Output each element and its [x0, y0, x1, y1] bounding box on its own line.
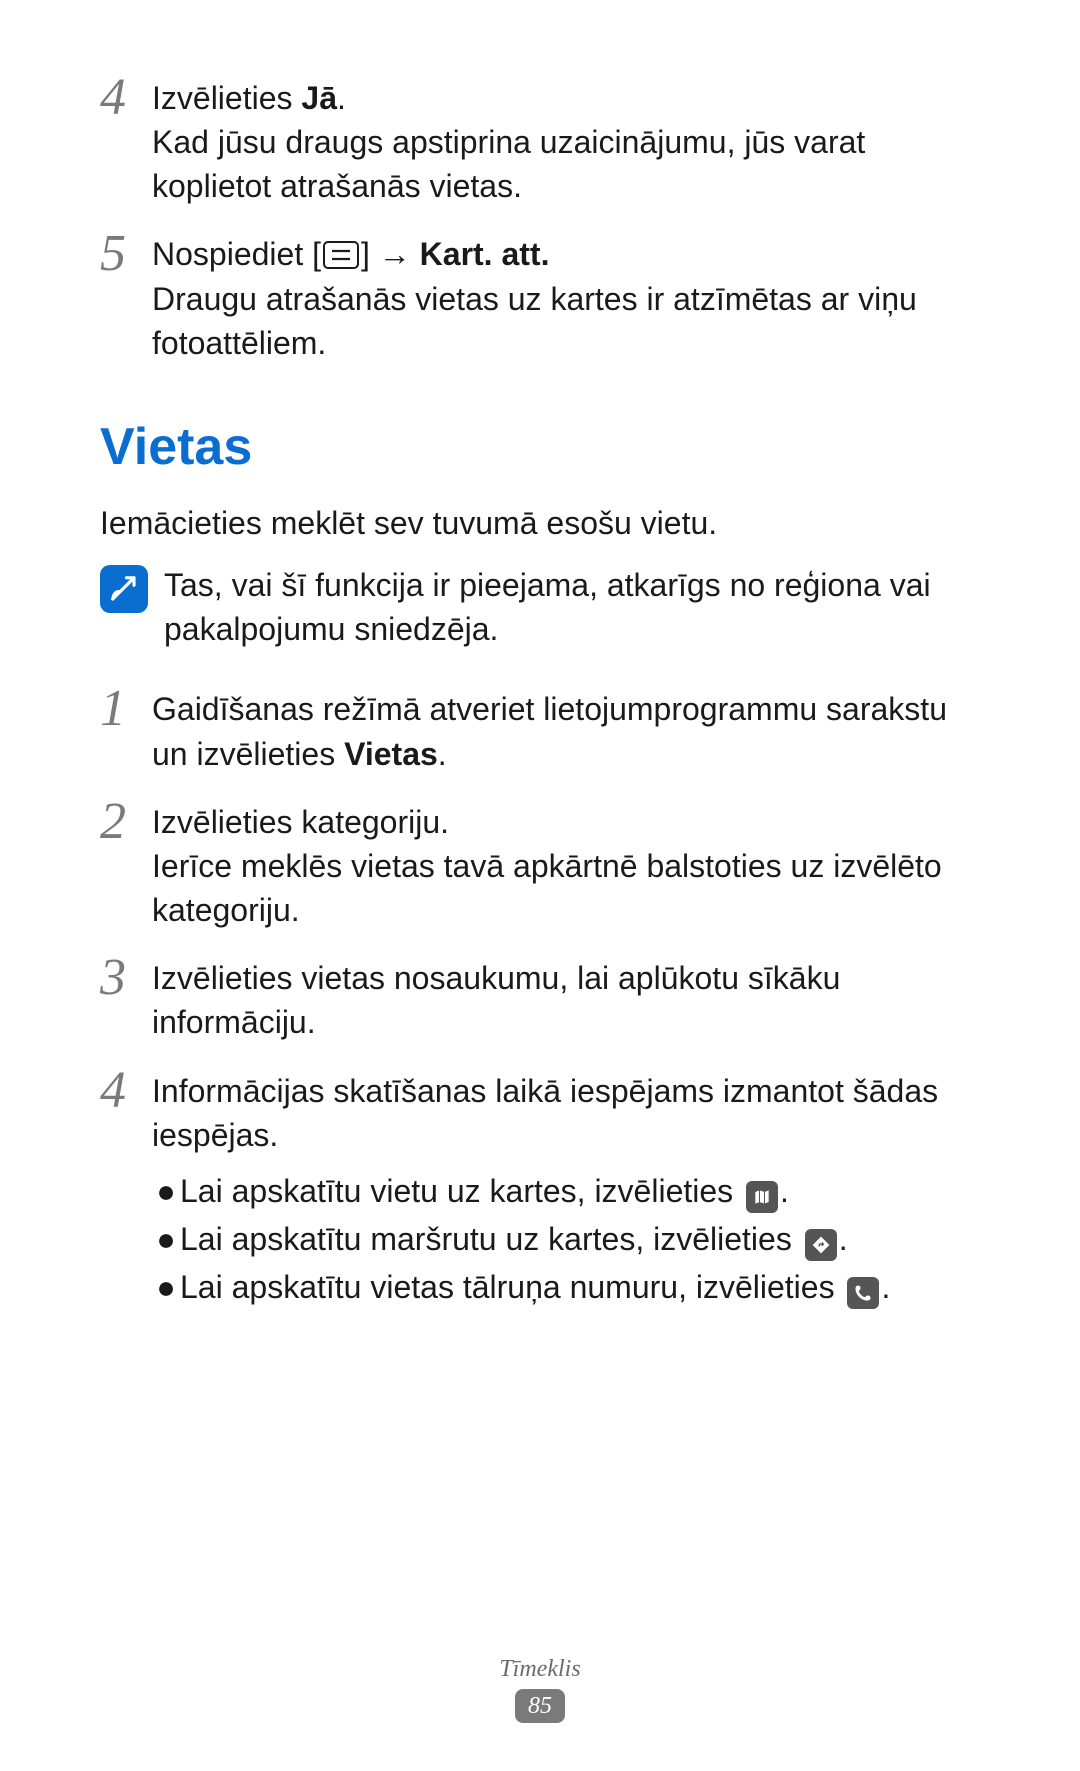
step-1: 1 Gaidīšanas režīmā atveriet lietojumpro…	[100, 681, 980, 775]
map-icon	[746, 1181, 778, 1213]
step-body: Izvēlieties Jā. Kad jūsu draugs apstipri…	[152, 70, 980, 208]
bullet-text: Lai apskatītu vietu uz kartes, izvēlieti…	[180, 1173, 742, 1209]
bullet-dot: ●	[152, 1263, 180, 1311]
step-text: Draugu atrašanās vietas uz kartes ir atz…	[152, 277, 980, 365]
bullet-period: .	[881, 1269, 890, 1305]
bullet-period: .	[839, 1221, 848, 1257]
bullet-period: .	[780, 1173, 789, 1209]
step-2: 2 Izvēlieties kategoriju. Ierīce meklēs …	[100, 794, 980, 932]
step-text: Izvēlieties kategoriju.	[152, 800, 980, 844]
step-text: Izvēlieties	[152, 80, 301, 116]
step-text: Informācijas skatīšanas laikā iespējams …	[152, 1069, 980, 1157]
step-body: Izvēlieties kategoriju. Ierīce meklēs vi…	[152, 794, 980, 932]
step-number: 4	[100, 70, 152, 124]
bullet-text: Lai apskatītu vietas tālruņa numuru, izv…	[180, 1269, 843, 1305]
menu-key-icon	[323, 241, 359, 269]
step-text-bold: Jā	[301, 80, 337, 116]
note-text: Tas, vai šī funkcija ir pieejama, atkarī…	[164, 563, 980, 651]
step-number: 2	[100, 794, 152, 848]
page-footer: Tīmeklis 85	[0, 1656, 1080, 1723]
step-text: Kad jūsu draugs apstiprina uzaicinājumu,…	[152, 120, 980, 208]
manual-page: 4 Izvēlieties Jā. Kad jūsu draugs apstip…	[0, 0, 1080, 1771]
step-text-bold: Vietas	[344, 736, 438, 772]
step-body: Nospiediet [ ] → Kart. att. Draugu atraš…	[152, 226, 980, 364]
bullet-text: Lai apskatītu maršrutu uz kartes, izvēli…	[180, 1221, 801, 1257]
step-body: Izvēlieties vietas nosaukumu, lai aplūko…	[152, 950, 980, 1044]
step-number: 5	[100, 226, 152, 280]
phone-icon	[847, 1277, 879, 1309]
page-number: 85	[515, 1689, 565, 1723]
bullet-item: ● Lai apskatītu vietu uz kartes, izvēlie…	[152, 1167, 980, 1215]
step-number: 3	[100, 950, 152, 1004]
step-4: 4 Informācijas skatīšanas laikā iespējam…	[100, 1063, 980, 1311]
step-text: .	[438, 736, 447, 772]
section-intro: Iemācieties meklēt sev tuvumā esošu viet…	[100, 501, 980, 545]
step-4-top: 4 Izvēlieties Jā. Kad jūsu draugs apstip…	[100, 70, 980, 208]
step-text: Gaidīšanas režīmā atveriet lietojumprogr…	[152, 691, 947, 771]
step-text: .	[337, 80, 346, 116]
bullet-item: ● Lai apskatītu maršrutu uz kartes, izvē…	[152, 1215, 980, 1263]
footer-section-label: Tīmeklis	[0, 1656, 1080, 1683]
step-number: 4	[100, 1063, 152, 1117]
route-icon	[805, 1229, 837, 1261]
note-block: Tas, vai šī funkcija ir pieejama, atkarī…	[100, 563, 980, 651]
note-icon	[100, 565, 148, 613]
step-text-bold: Kart. att.	[420, 236, 550, 272]
bullet-dot: ●	[152, 1167, 180, 1215]
step-body: Informācijas skatīšanas laikā iespējams …	[152, 1063, 980, 1311]
step-text: Nospiediet [	[152, 236, 321, 272]
step-text: Izvēlieties vietas nosaukumu, lai aplūko…	[152, 956, 980, 1044]
bullet-dot: ●	[152, 1215, 180, 1263]
step-text: ] →	[361, 236, 420, 272]
step-body: Gaidīšanas režīmā atveriet lietojumprogr…	[152, 681, 980, 775]
step-5-top: 5 Nospiediet [ ] → Kart. att. Draugu atr…	[100, 226, 980, 364]
step-number: 1	[100, 681, 152, 735]
step-3: 3 Izvēlieties vietas nosaukumu, lai aplū…	[100, 950, 980, 1044]
step-text: Ierīce meklēs vietas tavā apkārtnē balst…	[152, 844, 980, 932]
section-heading-vietas: Vietas	[100, 417, 980, 477]
bullet-list: ● Lai apskatītu vietu uz kartes, izvēlie…	[152, 1167, 980, 1311]
bullet-item: ● Lai apskatītu vietas tālruņa numuru, i…	[152, 1263, 980, 1311]
